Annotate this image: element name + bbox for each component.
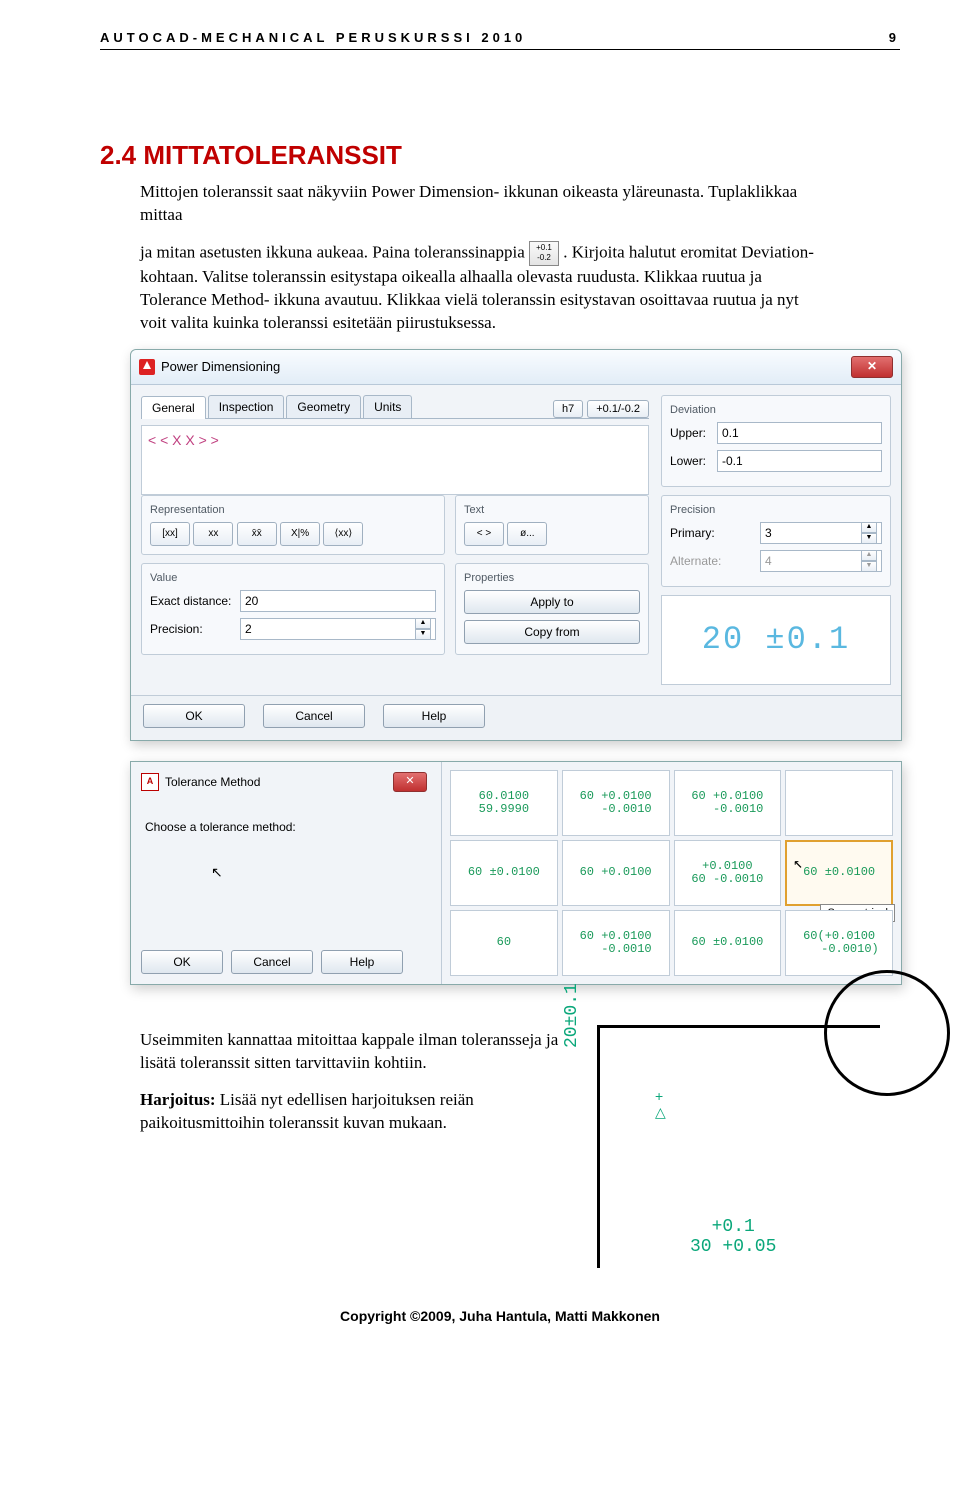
vertical-dimension: 20±0.1 xyxy=(562,983,582,1048)
dialog-title: Power Dimensioning xyxy=(161,359,851,374)
tol-option[interactable]: 60.010059.9990 xyxy=(450,770,558,836)
close-icon[interactable]: ✕ xyxy=(851,356,893,378)
dialog-titlebar[interactable]: Power Dimensioning ✕ xyxy=(131,350,901,385)
apply-to-button[interactable]: Apply to xyxy=(464,590,640,614)
tab-general[interactable]: General xyxy=(141,396,206,419)
value-label: Value xyxy=(150,572,436,584)
power-dimensioning-dialog: Power Dimensioning ✕ General Inspection … xyxy=(130,349,902,741)
ok-button[interactable]: OK xyxy=(143,704,245,728)
body-text: Mittojen toleranssit saat näkyviin Power… xyxy=(140,181,820,335)
properties-label: Properties xyxy=(464,572,640,584)
tol-option[interactable]: 60 +0.0100 xyxy=(562,840,670,906)
para2: ja mitan asetusten ikkuna aukeaa. Paina … xyxy=(140,241,820,335)
lower-input[interactable] xyxy=(717,450,882,472)
header-title: AUTOCAD-MECHANICAL PERUSKURSSI 2010 xyxy=(100,30,526,45)
lower-label: Lower: xyxy=(670,454,717,468)
running-header: AUTOCAD-MECHANICAL PERUSKURSSI 2010 9 xyxy=(100,30,900,50)
tol-option[interactable]: +0.010060 -0.0010 xyxy=(674,840,782,906)
rep-btn-4[interactable]: X|% xyxy=(280,522,320,546)
chevron-down-icon[interactable]: ▼ xyxy=(861,533,877,544)
rep-btn-2[interactable]: xx xyxy=(193,522,233,546)
horizontal-dimension: +0.1 30 +0.05 xyxy=(690,1218,776,1258)
hole-circle xyxy=(824,970,950,1096)
ok-button[interactable]: OK xyxy=(141,950,223,974)
tab-row: General Inspection Geometry Units h7 +0.… xyxy=(141,395,649,419)
tol-option[interactable]: 60 ±0.0100 xyxy=(674,910,782,976)
bottom-p1: Useimmiten kannattaa mitoittaa kappale i… xyxy=(140,1029,567,1075)
chevron-up-icon[interactable]: ▲ xyxy=(861,522,877,533)
primary-label: Primary: xyxy=(670,526,760,540)
upper-label: Upper: xyxy=(670,426,717,440)
precision-group-label: Precision xyxy=(670,504,882,516)
tolerance-method-dialog: A Tolerance Method ✕ Choose a tolerance … xyxy=(130,761,902,985)
tol-option[interactable]: 60 +0.0100 -0.0010 xyxy=(674,770,782,836)
help-button[interactable]: Help xyxy=(321,950,403,974)
tolerance-grid: 60.010059.9990 60 +0.0100 -0.0010 60 +0.… xyxy=(442,762,901,984)
rep-btn-1[interactable]: [xx] xyxy=(150,522,190,546)
alternate-label: Alternate: xyxy=(670,554,760,568)
section-heading: 2.4 MITTATOLERANSSIT xyxy=(100,140,900,171)
precision-label: Precision: xyxy=(150,622,240,636)
chevron-down-icon[interactable]: ▼ xyxy=(415,629,431,640)
deviation-label: Deviation xyxy=(670,404,882,416)
cad-drawing: 20±0.1 +△ +0.1 30 +0.05 xyxy=(597,1025,880,1268)
tab-units[interactable]: Units xyxy=(363,395,412,418)
exact-distance-label: Exact distance: xyxy=(150,594,240,608)
rep-btn-3[interactable]: x̄x̄ xyxy=(237,522,277,546)
tol-option[interactable]: 60 +0.0100 -0.0010 xyxy=(562,910,670,976)
representation-buttons: [xx] xx x̄x̄ X|% ⟨xx⟩ xyxy=(150,522,436,546)
tol-option[interactable]: 60 +0.0100 -0.0010 xyxy=(562,770,670,836)
close-icon[interactable]: ✕ xyxy=(393,772,427,792)
chevron-up-icon[interactable]: ▲ xyxy=(415,618,431,629)
para1: Mittojen toleranssit saat näkyviin Power… xyxy=(140,181,820,227)
datum-markers: +△ xyxy=(655,1088,666,1121)
tol-option[interactable] xyxy=(785,770,893,836)
tol-option[interactable]: 60(+0.0100 -0.0010) xyxy=(785,910,893,976)
expression-field[interactable]: < < X X > > xyxy=(141,425,649,495)
precision-spinner[interactable]: 2 ▲▼ xyxy=(240,618,436,640)
tolerance-toggle-button[interactable]: +0.1/-0.2 xyxy=(587,400,649,418)
choose-prompt: Choose a tolerance method: xyxy=(145,820,431,834)
text-label: Text xyxy=(464,504,640,516)
representation-label: Representation xyxy=(150,504,436,516)
cursor-icon: ↖ xyxy=(793,856,803,874)
tolerance-button-icon: +0.1 -0.2 xyxy=(529,241,559,266)
tol-option[interactable]: 60 ±0.0100 xyxy=(450,840,558,906)
text-btn-diameter[interactable]: ø... xyxy=(507,522,547,546)
copy-from-button[interactable]: Copy from xyxy=(464,620,640,644)
app-icon: A xyxy=(141,773,159,791)
h7-button[interactable]: h7 xyxy=(553,400,583,418)
page-number: 9 xyxy=(889,30,900,45)
upper-input[interactable] xyxy=(717,422,882,444)
dialog2-titlebar[interactable]: A Tolerance Method ✕ xyxy=(141,768,431,802)
tol-option-selected[interactable]: ↖ 60 ±0.0100 Symmetrical xyxy=(785,840,893,906)
app-icon xyxy=(139,359,155,375)
tab-inspection[interactable]: Inspection xyxy=(208,395,285,418)
help-button[interactable]: Help xyxy=(383,704,485,728)
text-btn-brackets[interactable]: < > xyxy=(464,522,504,546)
dialog2-title: Tolerance Method xyxy=(165,775,260,789)
footer-copyright: Copyright ©2009, Juha Hantula, Matti Mak… xyxy=(100,1308,900,1324)
alternate-spinner: 4 ▲▼ xyxy=(760,550,882,572)
dimension-preview[interactable]: 20 ±0.1 xyxy=(661,595,891,685)
primary-spinner[interactable]: 3 ▲▼ xyxy=(760,522,882,544)
cancel-button[interactable]: Cancel xyxy=(263,704,365,728)
rep-btn-5[interactable]: ⟨xx⟩ xyxy=(323,522,363,546)
cancel-button[interactable]: Cancel xyxy=(231,950,313,974)
exact-distance-input[interactable] xyxy=(240,590,436,612)
tol-option[interactable]: 60 xyxy=(450,910,558,976)
tab-geometry[interactable]: Geometry xyxy=(286,395,361,418)
bottom-p2: Harjoitus: Lisää nyt edellisen harjoituk… xyxy=(140,1089,567,1135)
